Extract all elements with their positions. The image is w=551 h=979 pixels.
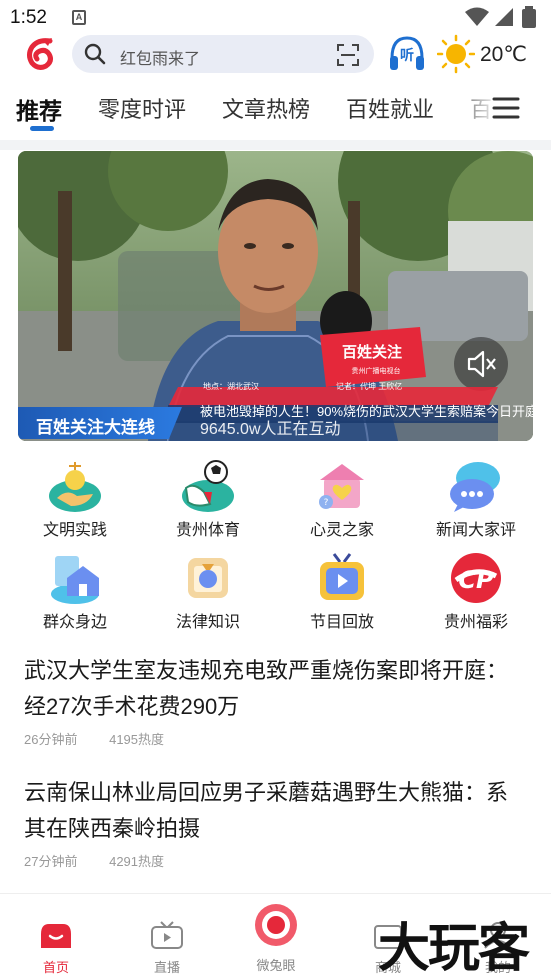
scan-icon[interactable] bbox=[336, 43, 360, 67]
svg-text:?: ? bbox=[324, 498, 329, 508]
news-title[interactable]: 武汉大学生室友违规充电致严重烧伤案即将开庭：经27次手术花费290万 bbox=[24, 653, 524, 725]
tab-zero-commentary[interactable]: 零度时评 bbox=[98, 92, 186, 124]
news-heat: 4291热度 bbox=[109, 854, 165, 869]
news-item[interactable]: 云南保山林业局回应男子采蘑菇遇野生大熊猫：系其在陕西秦岭拍摄 27分钟前 429… bbox=[24, 775, 524, 870]
nav-label: 微兔眼 bbox=[256, 958, 296, 973]
temperature: 20℃ bbox=[480, 43, 527, 66]
tv-replay-icon bbox=[320, 553, 364, 600]
live-banner[interactable]: 百姓关注 贵州广播电视台 地点：湖北武汉 记者：代坤 王欣亿 被电池毁掉的人生！… bbox=[18, 151, 533, 441]
nav-rabbit-eye[interactable]: 微兔眼 bbox=[236, 902, 316, 974]
grid-item-law[interactable]: 法律知识 bbox=[153, 550, 263, 632]
channel-tabs: 推荐 零度时评 文章热榜 百姓就业 百 bbox=[0, 84, 551, 134]
grid-item-civilization[interactable]: 文明实践 bbox=[20, 458, 130, 540]
program-tag-label: 百姓关注大连线 bbox=[36, 418, 155, 437]
home-icon bbox=[41, 924, 71, 948]
nav-live[interactable]: 直播 bbox=[127, 920, 207, 976]
grid-label: 心灵之家 bbox=[309, 522, 374, 539]
signal-icon bbox=[495, 8, 513, 26]
microphone-flag: 百姓关注 贵州广播电视台 bbox=[320, 327, 426, 387]
grid-label: 贵州体育 bbox=[175, 522, 240, 539]
news-item[interactable]: 武汉大学生室友违规充电致严重烧伤案即将开庭：经27次手术花费290万 26分钟前… bbox=[24, 653, 524, 748]
grid-item-heart-home[interactable]: ? 心灵之家 bbox=[287, 458, 397, 540]
grid-label: 法律知识 bbox=[175, 614, 240, 631]
notification-icon: A bbox=[72, 10, 86, 25]
live-viewer-count: 9645.0w人正在互动 bbox=[200, 421, 341, 438]
divider bbox=[0, 140, 551, 150]
tab-recommend[interactable]: 推荐 bbox=[16, 92, 62, 126]
grid-item-comment[interactable]: 新闻大家评 bbox=[421, 458, 531, 540]
tv-icon bbox=[151, 921, 183, 949]
caption-reporter: 记者：代坤 王欣亿 bbox=[336, 382, 403, 391]
status-bar: 1:52 A bbox=[0, 0, 551, 36]
civilization-icon bbox=[49, 462, 101, 512]
grid-label: 节目回放 bbox=[309, 614, 374, 631]
grid-item-replay[interactable]: 节目回放 bbox=[287, 550, 397, 632]
header: 红包雨来了 听 20℃ bbox=[0, 32, 551, 76]
battery-icon bbox=[522, 6, 536, 28]
sports-icon bbox=[182, 460, 234, 512]
menu-icon[interactable] bbox=[492, 96, 520, 120]
caption-location: 地点：湖北武汉 bbox=[203, 382, 259, 391]
status-time: 1:52 bbox=[10, 7, 47, 28]
watermark: 大玩客 bbox=[378, 919, 530, 979]
comment-icon bbox=[450, 462, 500, 512]
listen-icon[interactable]: 听 bbox=[388, 34, 426, 74]
app-logo[interactable] bbox=[24, 37, 56, 71]
nav-home[interactable]: 首页 bbox=[16, 920, 96, 976]
news-meta: 27分钟前 4291热度 bbox=[24, 851, 524, 870]
grid-label: 贵州福彩 bbox=[443, 614, 508, 631]
news-time: 27分钟前 bbox=[24, 854, 78, 869]
grid-item-community[interactable]: 群众身边 bbox=[20, 550, 130, 632]
nav-label: 直播 bbox=[153, 960, 180, 975]
community-icon bbox=[51, 556, 99, 604]
active-tab-indicator bbox=[30, 126, 54, 131]
tab-employment[interactable]: 百姓就业 bbox=[346, 92, 434, 124]
tab-article-hot[interactable]: 文章热榜 bbox=[222, 92, 310, 124]
rabbit-eye-icon bbox=[255, 904, 297, 946]
mute-button[interactable] bbox=[454, 337, 508, 391]
listen-label: 听 bbox=[400, 47, 414, 64]
search-icon bbox=[84, 43, 106, 65]
svg-text:CP: CP bbox=[458, 566, 494, 594]
news-heat: 4195热度 bbox=[109, 732, 165, 747]
nav-label: 首页 bbox=[42, 960, 69, 975]
heart-home-icon: ? bbox=[319, 464, 364, 509]
search-bar[interactable]: 红包雨来了 bbox=[72, 35, 374, 73]
wifi-icon bbox=[465, 7, 489, 26]
grid-item-sports[interactable]: 贵州体育 bbox=[153, 458, 263, 540]
speaker-muted-icon bbox=[467, 350, 496, 378]
lottery-icon: CP bbox=[451, 553, 501, 603]
law-icon bbox=[188, 558, 228, 598]
weather-sun-icon bbox=[437, 34, 475, 74]
grid-label: 群众身边 bbox=[42, 614, 107, 631]
mic-brand: 百姓关注 bbox=[342, 343, 402, 361]
news-meta: 26分钟前 4195热度 bbox=[24, 729, 524, 748]
search-placeholder: 红包雨来了 bbox=[120, 51, 201, 68]
grid-label: 新闻大家评 bbox=[435, 522, 516, 539]
grid-item-lottery[interactable]: CP 贵州福彩 bbox=[421, 550, 531, 632]
grid-label: 文明实践 bbox=[42, 522, 107, 539]
news-time: 26分钟前 bbox=[24, 732, 78, 747]
news-title[interactable]: 云南保山林业局回应男子采蘑菇遇野生大熊猫：系其在陕西秦岭拍摄 bbox=[24, 775, 524, 847]
mic-sub: 贵州广播电视台 bbox=[352, 366, 401, 375]
